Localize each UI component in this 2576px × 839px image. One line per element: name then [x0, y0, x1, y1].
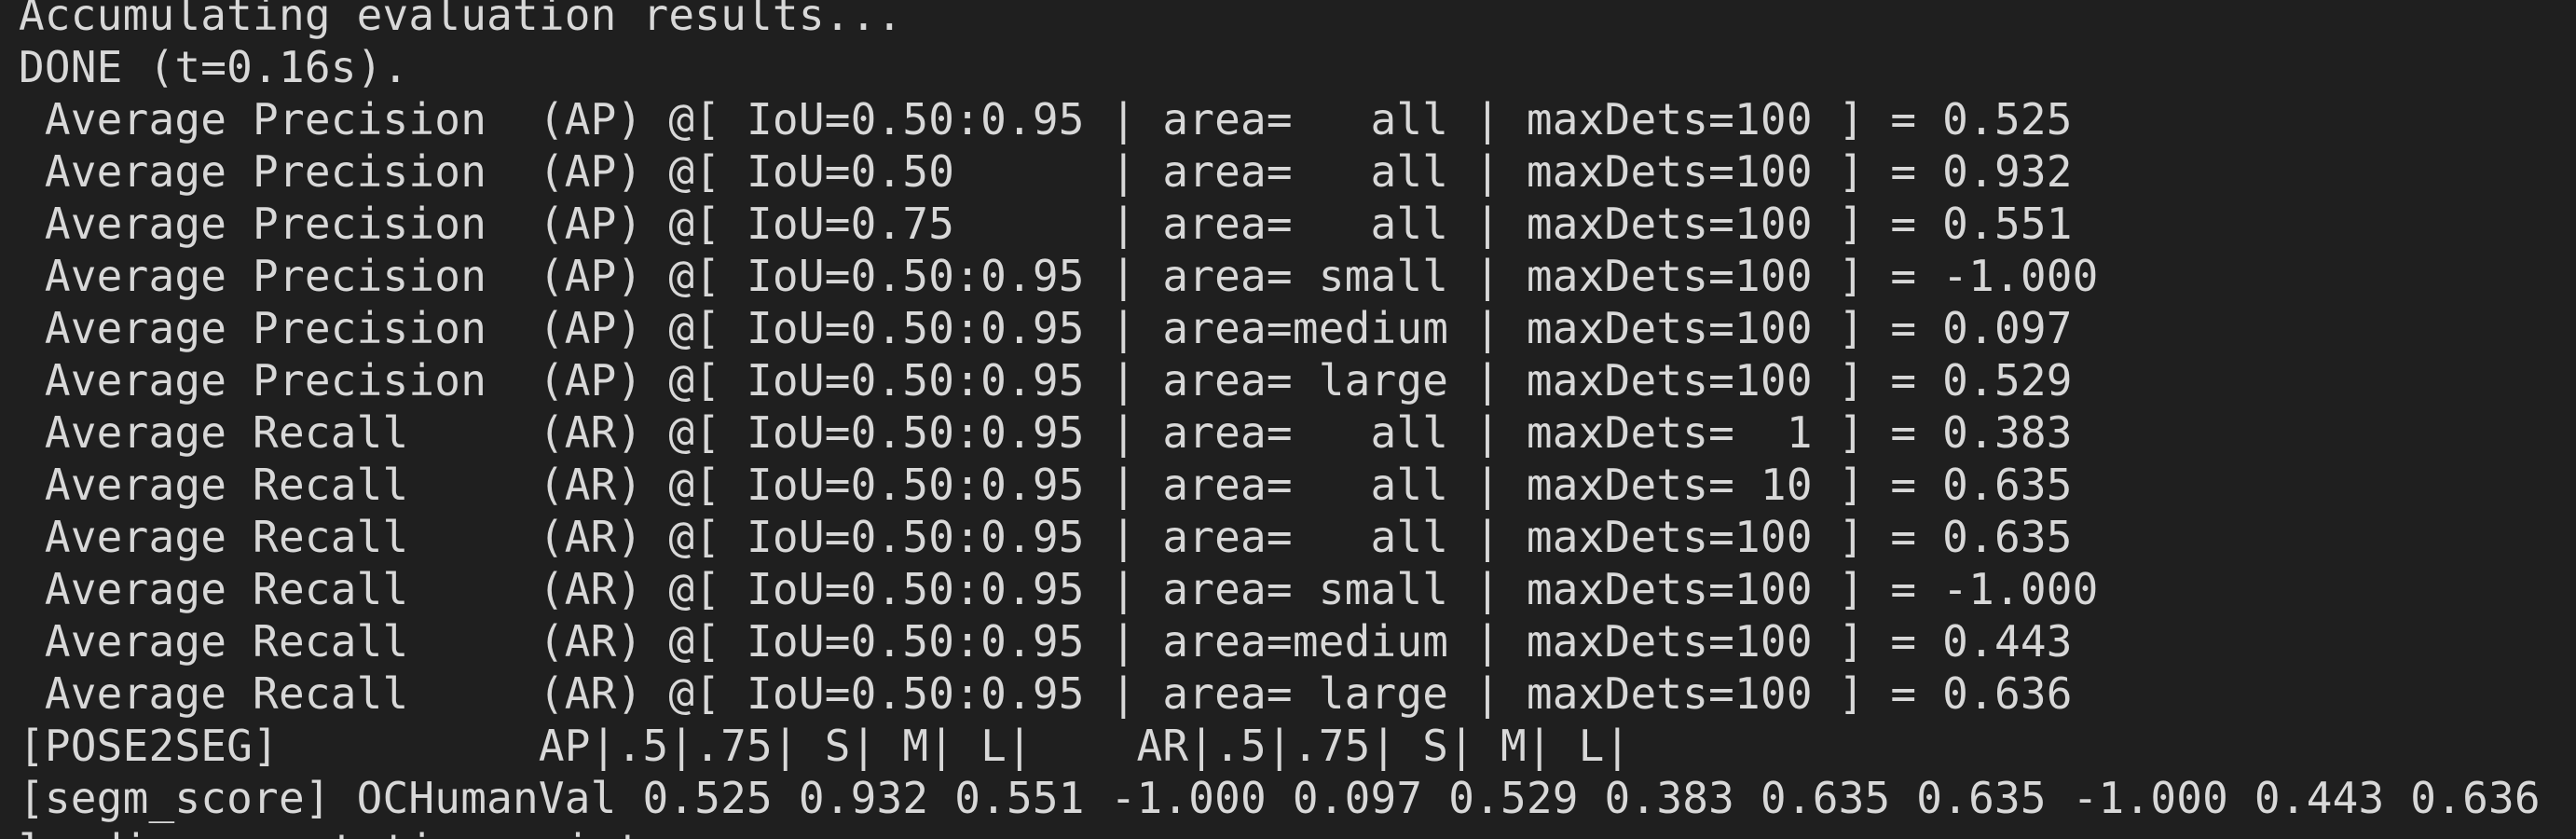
ap-large-line: Average Precision (AP) @[ IoU=0.50:0.95 … — [19, 355, 2073, 406]
ar-large-line: Average Recall (AR) @[ IoU=0.50:0.95 | a… — [19, 668, 2073, 719]
partially-visible-next-line: l di ... t ti i t — [19, 824, 2541, 839]
evaluation-results-output: Accumulating evaluation results... DONE (… — [19, 0, 2541, 839]
ar-small-line: Average Recall (AR) @[ IoU=0.50:0.95 | a… — [19, 564, 2099, 614]
ap-iou-050-all-line: Average Precision (AP) @[ IoU=0.50 | are… — [19, 146, 2073, 197]
segm-score-line: [segm_score] OCHumanVal 0.525 0.932 0.55… — [19, 773, 2541, 823]
ar-maxdets-100-line: Average Recall (AR) @[ IoU=0.50:0.95 | a… — [19, 512, 2073, 562]
ap-iou-050-095-all-line: Average Precision (AP) @[ IoU=0.50:0.95 … — [19, 94, 2073, 144]
ar-medium-line: Average Recall (AR) @[ IoU=0.50:0.95 | a… — [19, 616, 2073, 667]
ap-medium-line: Average Precision (AP) @[ IoU=0.50:0.95 … — [19, 303, 2073, 353]
ap-iou-075-all-line: Average Precision (AP) @[ IoU=0.75 | are… — [19, 199, 2073, 249]
ap-small-line: Average Precision (AP) @[ IoU=0.50:0.95 … — [19, 251, 2099, 301]
pose2seg-header-line: [POSE2SEG] AP|.5|.75| S| M| L| AR|.5|.75… — [19, 721, 1631, 771]
ar-maxdets-10-line: Average Recall (AR) @[ IoU=0.50:0.95 | a… — [19, 460, 2073, 510]
ar-maxdets-1-line: Average Recall (AR) @[ IoU=0.50:0.95 | a… — [19, 407, 2073, 458]
done-timing-line: DONE (t=0.16s). — [19, 42, 409, 92]
accumulating-status-line: Accumulating evaluation results... — [19, 0, 903, 40]
terminal-output-window[interactable]: Accumulating evaluation results... DONE (… — [0, 0, 2576, 839]
